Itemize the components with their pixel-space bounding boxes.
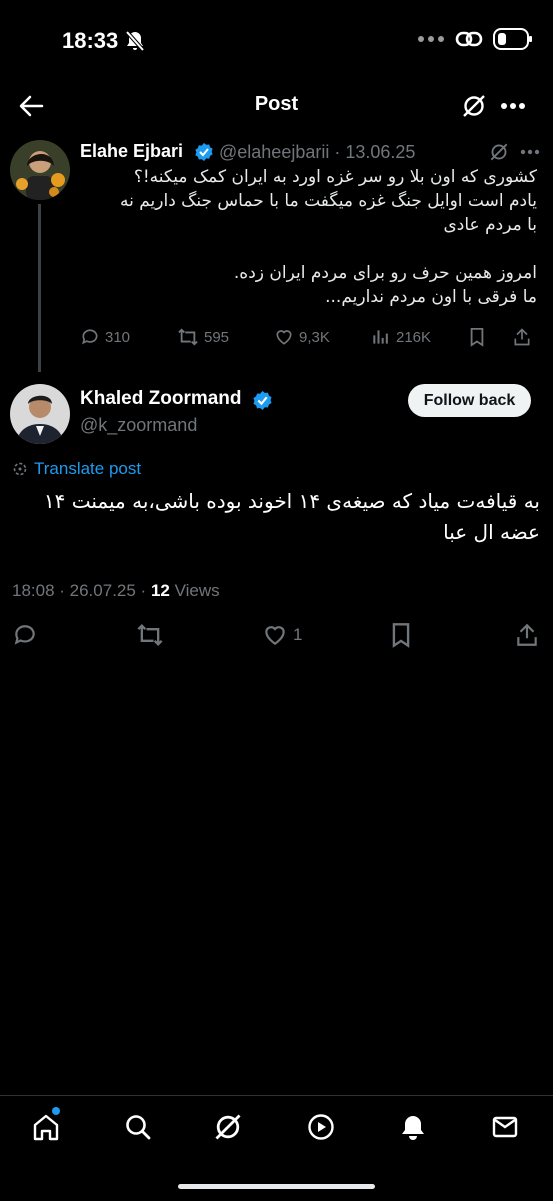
quoted-handle-date: @elaheejbarii · 13.06.25 bbox=[219, 142, 416, 162]
more-icon[interactable] bbox=[499, 96, 527, 116]
notification-dot bbox=[52, 1107, 60, 1115]
bell-mute-icon bbox=[125, 30, 145, 52]
bookmark-icon bbox=[468, 327, 486, 347]
more-icon[interactable] bbox=[518, 146, 542, 158]
link-icon bbox=[455, 30, 483, 48]
analytics-icon bbox=[371, 327, 391, 347]
reply-button[interactable]: 310 bbox=[80, 327, 177, 347]
bookmark-icon bbox=[389, 622, 413, 648]
reply-button[interactable] bbox=[12, 622, 38, 648]
grok-icon[interactable] bbox=[213, 1112, 243, 1142]
views-count: 12 bbox=[150, 581, 170, 600]
share-button[interactable] bbox=[514, 622, 540, 648]
thread-line bbox=[38, 204, 41, 372]
post-text: به قیافه‌ت میاد که صیغه‌ی ۱۴ اخوند بوده … bbox=[43, 489, 540, 544]
translate-post-link[interactable]: Translate post bbox=[12, 459, 141, 479]
heart-icon bbox=[274, 327, 294, 347]
reply-icon bbox=[80, 327, 100, 347]
bookmark-button[interactable] bbox=[389, 622, 413, 648]
quoted-author-name[interactable]: Elahe Ejbari bbox=[80, 141, 183, 162]
quoted-action-bar: 310 595 9,3K 216K bbox=[80, 327, 540, 347]
home-icon[interactable] bbox=[31, 1112, 61, 1142]
repost-icon bbox=[177, 327, 199, 347]
avatar[interactable] bbox=[10, 140, 70, 200]
dots-icon bbox=[417, 35, 445, 43]
verified-badge-icon bbox=[194, 142, 214, 162]
author-handle: @k_zoormand bbox=[80, 415, 198, 435]
verified-badge-icon bbox=[252, 390, 273, 411]
battery-icon bbox=[493, 28, 533, 50]
status-time: 18:33 bbox=[62, 28, 119, 53]
home-indicator bbox=[178, 1184, 375, 1189]
grok-icon[interactable] bbox=[487, 140, 511, 164]
views-button[interactable]: 216K bbox=[371, 327, 468, 347]
repost-icon bbox=[136, 622, 164, 648]
reply-icon bbox=[12, 622, 38, 648]
translate-icon bbox=[12, 461, 28, 477]
grok-icon[interactable] bbox=[459, 91, 489, 121]
like-button[interactable]: 1 bbox=[262, 622, 302, 648]
heart-icon bbox=[262, 622, 288, 648]
post-meta: 18:08 · 26.07.25 · 12 Views bbox=[12, 581, 220, 600]
follow-back-button[interactable]: Follow back bbox=[408, 384, 531, 417]
avatar[interactable] bbox=[10, 384, 70, 444]
messages-icon[interactable] bbox=[490, 1112, 520, 1142]
quoted-post-text: کشوری که اون بلا رو سر غزه اورد به ایران… bbox=[119, 167, 537, 307]
repost-button[interactable]: 595 bbox=[177, 327, 274, 347]
repost-button[interactable] bbox=[136, 622, 164, 648]
author-name[interactable]: Khaled Zoormand bbox=[80, 388, 242, 410]
share-button[interactable] bbox=[512, 327, 532, 347]
status-icons bbox=[417, 28, 533, 50]
like-button[interactable]: 9,3K bbox=[274, 327, 371, 347]
search-icon[interactable] bbox=[123, 1112, 153, 1142]
bookmark-button[interactable] bbox=[468, 327, 512, 347]
notifications-icon[interactable] bbox=[398, 1112, 428, 1142]
share-icon bbox=[514, 622, 540, 648]
play-icon[interactable] bbox=[306, 1112, 336, 1142]
share-icon bbox=[512, 327, 532, 347]
